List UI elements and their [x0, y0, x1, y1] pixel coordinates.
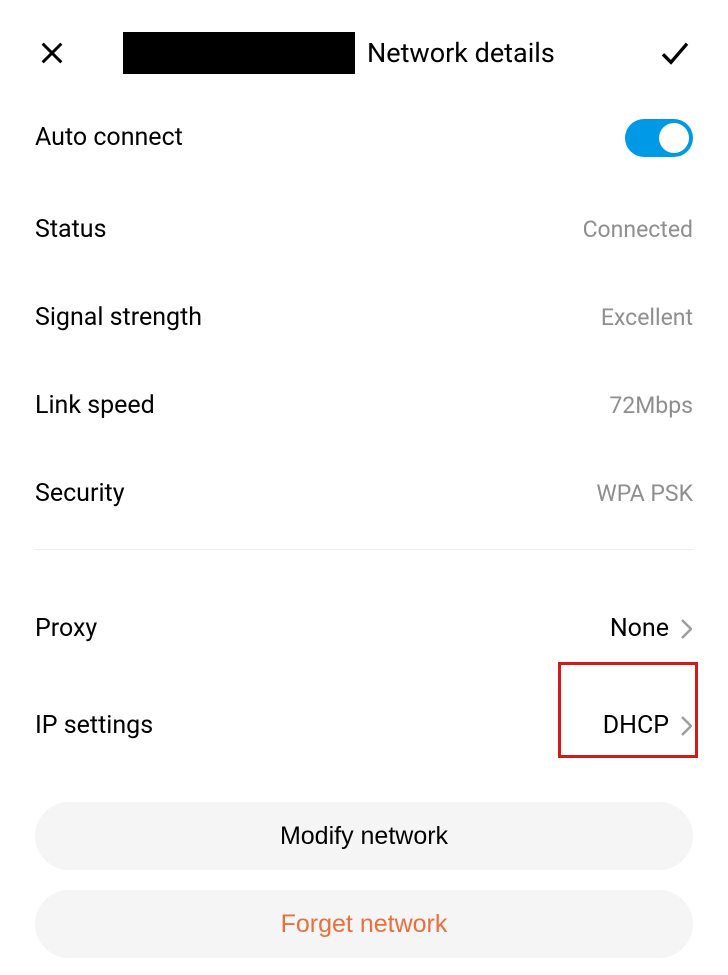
divider	[35, 549, 693, 550]
page-title: Network details	[367, 37, 657, 69]
proxy-label: Proxy	[35, 614, 97, 643]
status-row: Status Connected	[35, 185, 693, 273]
modify-network-button[interactable]: Modify network	[35, 802, 693, 870]
proxy-nav: None	[610, 614, 693, 643]
signal-strength-row: Signal strength Excellent	[35, 273, 693, 361]
chevron-right-icon	[679, 617, 693, 641]
auto-connect-label: Auto connect	[35, 123, 183, 152]
chevron-right-icon	[679, 714, 693, 738]
status-label: Status	[35, 215, 106, 244]
header: Network details	[0, 0, 728, 90]
ip-settings-row[interactable]: IP settings DHCP	[35, 677, 693, 774]
ip-settings-value: DHCP	[603, 711, 669, 740]
auto-connect-toggle[interactable]	[625, 119, 693, 157]
link-speed-value: 72Mbps	[609, 392, 693, 419]
signal-strength-label: Signal strength	[35, 303, 202, 332]
forget-network-button[interactable]: Forget network	[35, 890, 693, 958]
signal-strength-value: Excellent	[601, 304, 693, 331]
security-row: Security WPA PSK	[35, 449, 693, 537]
action-buttons: Modify network Forget network	[0, 774, 728, 958]
proxy-row[interactable]: Proxy None	[35, 580, 693, 677]
ip-settings-nav: DHCP	[603, 711, 693, 740]
status-value: Connected	[583, 216, 693, 243]
check-icon[interactable]	[657, 35, 693, 71]
link-speed-label: Link speed	[35, 391, 155, 420]
network-name-redacted	[123, 32, 355, 74]
link-speed-row: Link speed 72Mbps	[35, 361, 693, 449]
security-value: WPA PSK	[596, 480, 693, 507]
security-label: Security	[35, 479, 125, 508]
settings-list: Auto connect Status Connected Signal str…	[0, 90, 728, 774]
proxy-value: None	[610, 614, 669, 643]
auto-connect-row: Auto connect	[35, 90, 693, 185]
close-icon[interactable]	[35, 36, 69, 70]
ip-settings-label: IP settings	[35, 711, 153, 740]
